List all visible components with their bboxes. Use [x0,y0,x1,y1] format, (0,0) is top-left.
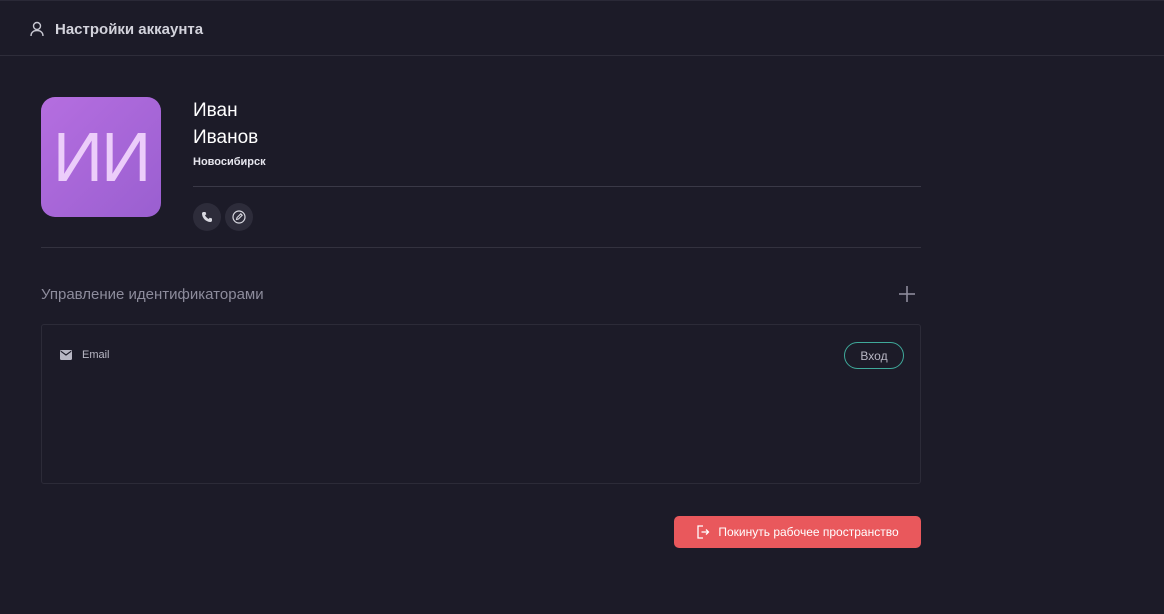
last-name: Иванов [193,127,259,148]
section-divider [41,247,921,248]
leave-workspace-label: Покинуть рабочее пространство [718,525,899,539]
phone-icon [202,212,212,222]
first-name: Иван [193,100,238,121]
logout-icon [697,525,710,539]
edit-icon [232,210,246,224]
login-badge[interactable]: Вход [844,342,904,369]
header-bar: Настройки аккаунта [0,0,1164,56]
email-label: Email [82,349,110,361]
identifier-card [41,324,921,484]
leave-workspace-button[interactable]: Покинуть рабочее пространство [674,516,921,548]
plus-icon[interactable] [897,284,917,304]
edit-profile-button[interactable] [225,203,253,231]
call-button[interactable] [193,203,221,231]
profile-divider [193,186,921,187]
identifiers-title: Управление идентификаторами [41,286,264,303]
mail-icon [60,350,72,360]
user-icon [30,21,44,37]
page-title: Настройки аккаунта [55,21,204,38]
avatar: ИИ [41,97,161,217]
city: Новосибирск [193,156,266,168]
